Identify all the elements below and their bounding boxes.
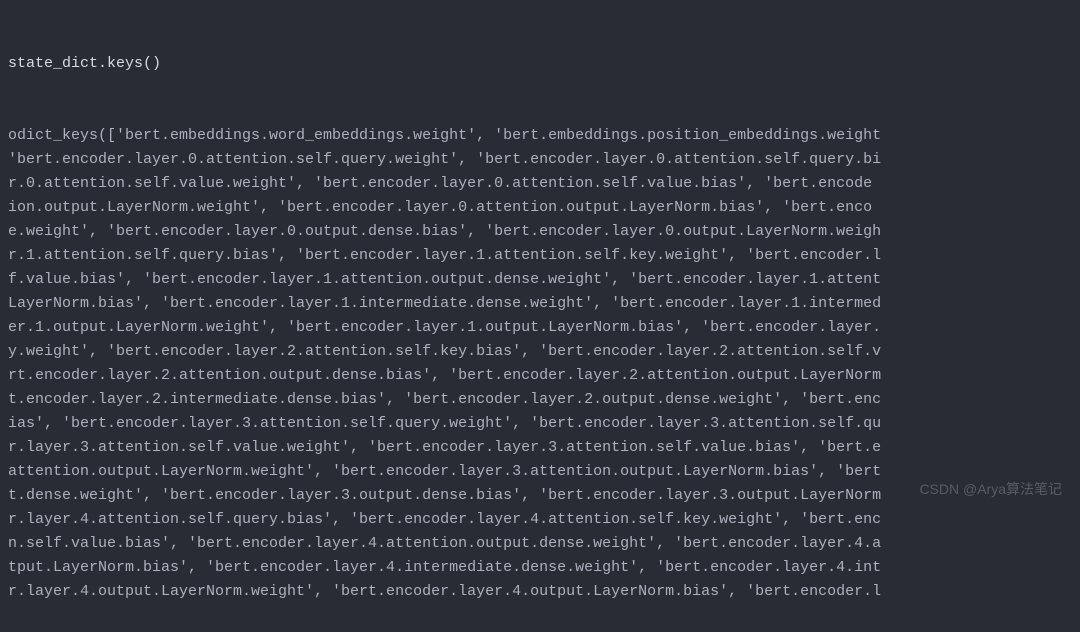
prompt-line[interactable]: state_dict.keys() [8, 52, 1072, 76]
output-text: odict_keys(['bert.embeddings.word_embedd… [8, 124, 1072, 604]
terminal-container: state_dict.keys() odict_keys(['bert.embe… [0, 0, 1080, 632]
watermark-text: CSDN @Arya算法笔记 [919, 478, 1062, 500]
